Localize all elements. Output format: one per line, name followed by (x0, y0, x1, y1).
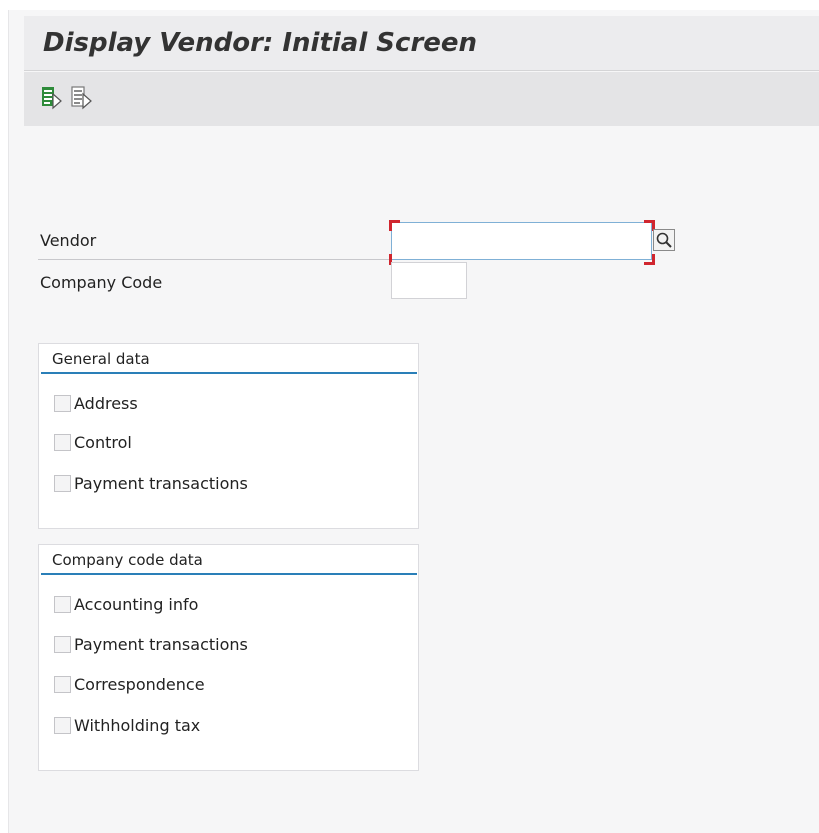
checkbox-withholding-tax-box[interactable] (54, 716, 71, 734)
checkbox-correspondence-label: Correspondence (74, 674, 205, 694)
checkbox-control[interactable]: Control (54, 430, 132, 454)
checkbox-control-box[interactable] (54, 433, 71, 451)
vendor-label-underline (38, 259, 391, 260)
checkbox-address-box[interactable] (54, 394, 71, 412)
focus-corner-tl (389, 220, 400, 231)
company-code-data-group: Company code data Accounting info Paymen… (38, 544, 419, 771)
checkbox-control-label: Control (74, 432, 132, 452)
checkbox-correspondence[interactable]: Correspondence (54, 672, 205, 696)
checkbox-withholding-tax[interactable]: Withholding tax (54, 713, 200, 737)
page-title: Display Vendor: Initial Screen (43, 28, 478, 58)
general-data-title: General data (52, 350, 150, 368)
company-code-data-rule (41, 573, 417, 575)
checkbox-withholding-tax-label: Withholding tax (74, 715, 201, 735)
search-help-button[interactable] (653, 229, 675, 251)
sap-screen: Display Vendor: Initial Screen Vendor Co… (8, 10, 819, 833)
company-code-input[interactable] (391, 262, 467, 299)
checkbox-general-payment-transactions-label: Payment transactions (74, 473, 248, 493)
checkbox-cc-payment-transactions-label: Payment transactions (74, 634, 248, 654)
vendor-label: Vendor (40, 231, 97, 250)
checkbox-accounting-info[interactable]: Accounting info (54, 592, 198, 616)
display-list-icon[interactable] (70, 84, 94, 112)
execute-list-icon[interactable] (40, 84, 64, 112)
checkbox-address[interactable]: Address (54, 391, 138, 415)
checkbox-general-payment-transactions-box[interactable] (54, 474, 71, 492)
checkbox-cc-payment-transactions[interactable]: Payment transactions (54, 632, 248, 656)
magnifier-icon (656, 232, 672, 248)
company-code-data-title: Company code data (52, 551, 203, 569)
vendor-input[interactable] (391, 222, 652, 260)
checkbox-accounting-info-box[interactable] (54, 595, 71, 613)
general-data-group: General data Address Control Payment tra… (38, 343, 419, 529)
checkbox-cc-payment-transactions-box[interactable] (54, 635, 71, 653)
checkbox-accounting-info-label: Accounting info (74, 594, 199, 614)
checkbox-address-label: Address (74, 393, 138, 413)
application-toolbar (24, 72, 819, 126)
company-code-label: Company Code (40, 273, 163, 292)
focus-corner-br (644, 254, 655, 265)
checkbox-correspondence-box[interactable] (54, 675, 71, 693)
general-data-rule (41, 372, 417, 374)
title-bar: Display Vendor: Initial Screen (24, 16, 819, 71)
checkbox-general-payment-transactions[interactable]: Payment transactions (54, 471, 248, 495)
